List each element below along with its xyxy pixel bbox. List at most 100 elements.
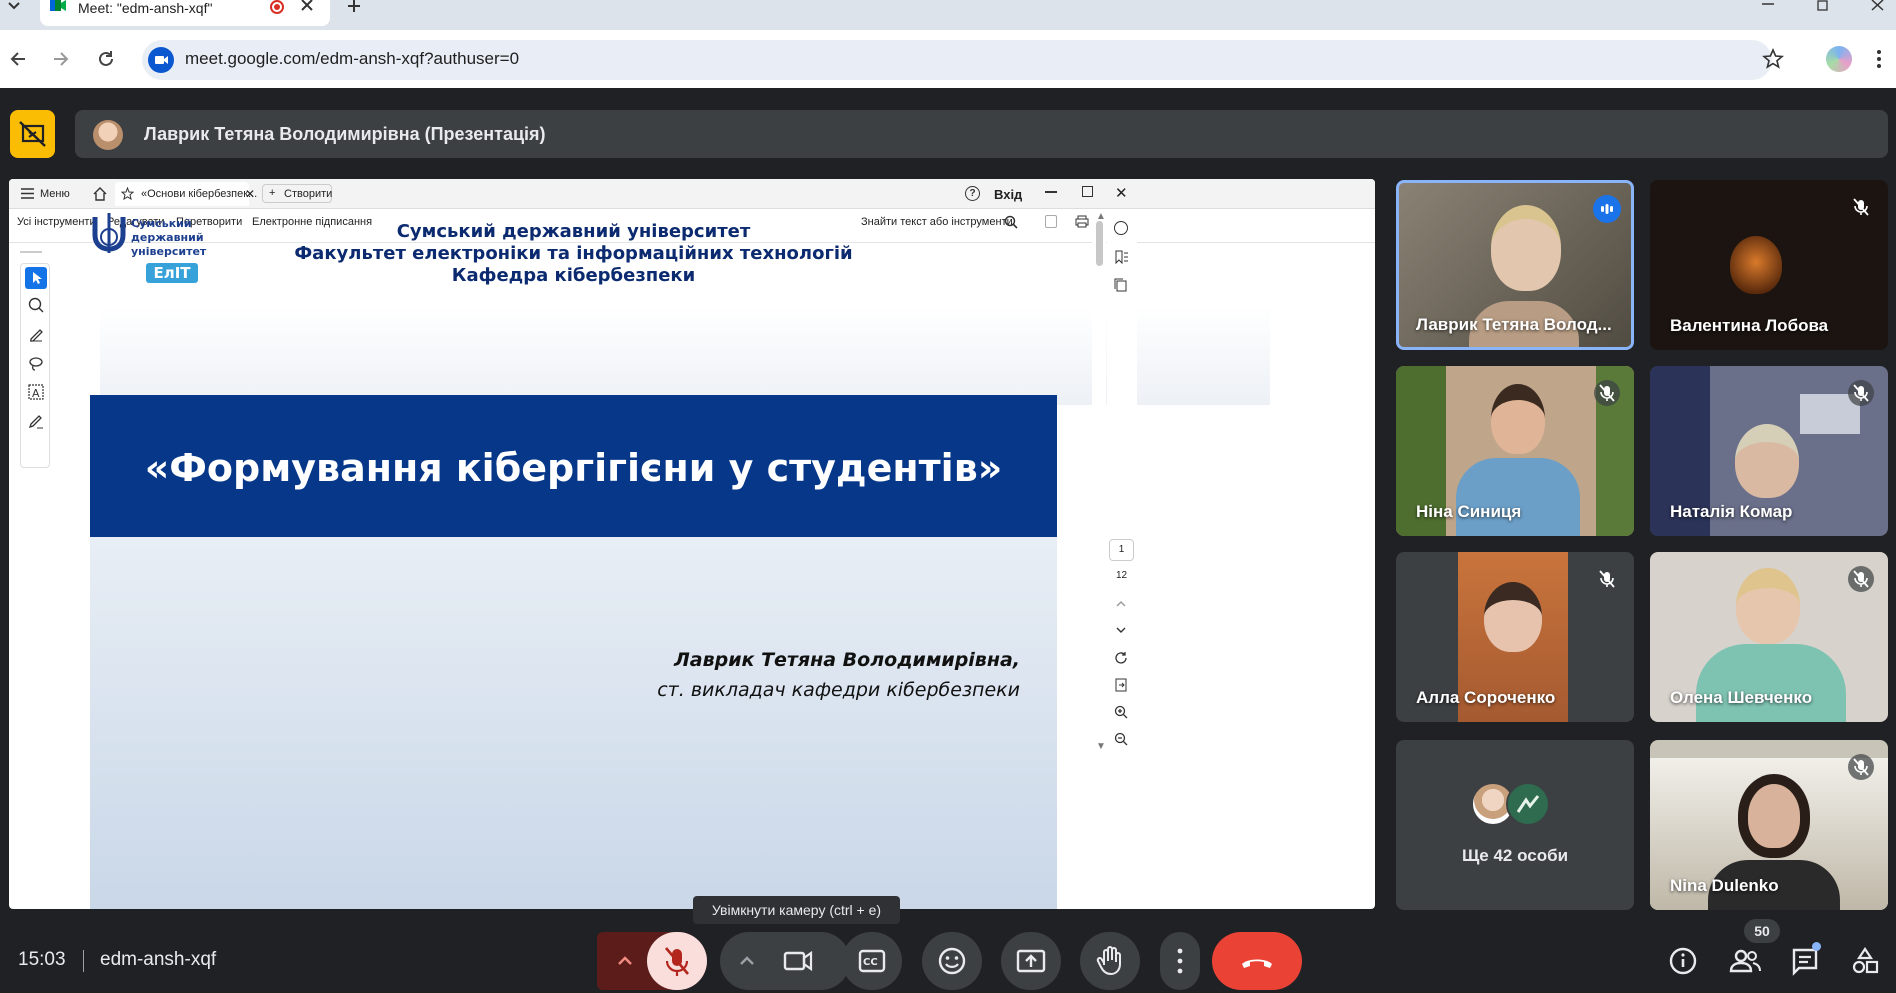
profile-avatar-icon[interactable]	[1826, 46, 1852, 72]
zoom-in-icon[interactable]	[1114, 705, 1128, 719]
reactions-button[interactable]	[922, 932, 982, 990]
page-number-total: 12	[1116, 570, 1128, 581]
slide-author-role: ст. викладач кафедри кібербезпеки	[657, 679, 1020, 701]
recording-icon	[270, 0, 284, 14]
forward-icon[interactable]	[50, 48, 72, 70]
browser-menu-icon[interactable]	[1874, 48, 1884, 70]
lasso-draw-icon[interactable]	[27, 354, 45, 372]
video-options-chevron-icon[interactable]	[734, 952, 760, 970]
minimize-window-icon[interactable]	[1760, 0, 1776, 12]
rotate-icon[interactable]	[1114, 651, 1128, 665]
captions-button[interactable]: CC	[842, 932, 902, 990]
participant-body	[1696, 644, 1846, 722]
sign-pen-icon[interactable]	[27, 412, 45, 430]
pdf-close-icon[interactable]: ✕	[1115, 184, 1128, 202]
mic-off-icon	[1848, 566, 1874, 592]
closed-captions-icon: CC	[858, 949, 886, 973]
close-tab-icon[interactable]	[300, 0, 314, 14]
hamburger-menu-icon[interactable]	[21, 188, 34, 199]
home-icon[interactable]	[92, 186, 108, 202]
chat-icon[interactable]	[1790, 942, 1821, 976]
pdf-doc-tab-title: «Основи кібербезпек...	[141, 188, 258, 200]
leave-call-button[interactable]	[1212, 932, 1302, 990]
ai-assistant-icon[interactable]	[1114, 221, 1128, 235]
participant-tile[interactable]: Наталія Комар	[1650, 366, 1888, 536]
more-options-button[interactable]	[1160, 932, 1200, 990]
participant-tile[interactable]: Валентина Лобова	[1650, 180, 1888, 350]
zoom-out-icon[interactable]	[1114, 732, 1128, 746]
slide-header-line-2: Факультет електроніки та інформаційних т…	[294, 243, 853, 264]
reload-icon[interactable]	[95, 48, 117, 70]
raise-hand-button[interactable]	[1080, 932, 1140, 990]
menu-item-all-tools[interactable]: Усі інструменти	[17, 216, 96, 228]
svg-text:A: A	[32, 387, 40, 400]
camera-toggle-button[interactable]	[768, 932, 828, 990]
tab-title: Meet: "edm-ansh-xqf"	[78, 0, 213, 16]
activities-icon[interactable]	[1850, 946, 1880, 976]
slide-header-line-1: Сумський державний університет	[396, 221, 751, 242]
more-participants-tile[interactable]: Ще 42 особи	[1396, 740, 1634, 910]
highlight-pen-icon[interactable]	[27, 325, 45, 343]
mic-toggle-button[interactable]	[647, 932, 707, 990]
mic-off-icon	[1594, 380, 1620, 406]
more-vert-icon	[1177, 948, 1183, 974]
pdf-menu-label[interactable]: Меню	[40, 188, 70, 200]
bookmark-list-icon[interactable]	[1114, 250, 1128, 264]
participant-tile[interactable]: Алла Сороченко	[1396, 552, 1634, 722]
toolrail-divider	[20, 251, 42, 253]
audio-options-chevron-icon[interactable]	[612, 952, 638, 970]
unread-dot	[1812, 942, 1821, 951]
people-icon[interactable]	[1728, 946, 1762, 976]
participant-tile[interactable]: Nina Dulenko	[1650, 740, 1888, 910]
new-tab-icon[interactable]	[346, 0, 362, 14]
help-icon[interactable]: ?	[965, 186, 980, 201]
page-number-current[interactable]: 1	[1109, 539, 1134, 561]
participant-face	[1484, 582, 1542, 652]
pdf-scrollbar[interactable]	[1092, 209, 1106, 909]
present-screen-button[interactable]	[1001, 932, 1061, 990]
extract-page-icon[interactable]	[1114, 678, 1128, 692]
next-page-icon[interactable]	[1115, 625, 1127, 635]
restore-window-icon[interactable]	[1815, 0, 1831, 12]
presentation-off-icon	[19, 121, 46, 147]
participant-face	[1736, 568, 1800, 644]
bookmark-star-icon[interactable]	[1762, 48, 1784, 70]
participant-face	[1738, 774, 1810, 858]
url-text[interactable]: meet.google.com/edm-ansh-xqf?authuser=0	[185, 49, 519, 69]
print-icon[interactable]	[1075, 215, 1089, 228]
raise-hand-icon	[1096, 946, 1121, 976]
scroll-down-icon[interactable]: ▼	[1096, 741, 1106, 752]
plus-icon: +	[269, 187, 276, 199]
scroll-thumb[interactable]	[1096, 221, 1103, 266]
comment-zoom-icon[interactable]	[27, 296, 45, 314]
site-info-icon[interactable]	[148, 47, 174, 73]
text-box-icon[interactable]: A	[27, 383, 45, 401]
participant-tile[interactable]: Ніна Синиця	[1396, 366, 1634, 536]
favorite-star-icon[interactable]	[121, 187, 134, 200]
participant-tile[interactable]: Лаврик Тетяна Волод...	[1396, 180, 1634, 350]
pdf-minimize-icon[interactable]	[1045, 191, 1057, 193]
emoji-smile-icon	[938, 947, 966, 975]
back-icon[interactable]	[7, 48, 29, 70]
participant-tile[interactable]: Олена Шевченко	[1650, 552, 1888, 722]
close-doc-tab-icon[interactable]: ✕	[245, 187, 255, 201]
select-cursor-icon[interactable]	[25, 267, 47, 289]
prev-page-icon[interactable]	[1115, 599, 1127, 609]
pages-thumbnails-icon[interactable]	[1114, 278, 1128, 292]
pdf-restore-icon[interactable]	[1082, 186, 1093, 197]
present-screen-icon	[1016, 949, 1046, 973]
close-window-icon[interactable]	[1870, 0, 1886, 12]
participant-name: Ніна Синиця	[1416, 502, 1522, 521]
stop-presenting-button[interactable]	[10, 110, 55, 158]
meeting-clock: 15:03	[18, 949, 66, 970]
participant-name: Алла Сороченко	[1416, 688, 1556, 707]
meeting-info-icon[interactable]	[1668, 946, 1698, 976]
camera-tooltip: Увімкнути камеру (ctrl + e)	[693, 896, 900, 924]
slide-header-line-3: Кафедра кібербезпеки	[451, 265, 696, 286]
speaking-indicator-icon	[1593, 195, 1621, 223]
participant-face	[1491, 205, 1561, 291]
login-label[interactable]: Вхід	[994, 187, 1022, 202]
more-participants-label: Ще 42 особи	[1461, 846, 1569, 865]
tab-list-chevron-icon[interactable]	[6, 0, 22, 14]
mic-off-icon	[665, 947, 689, 976]
